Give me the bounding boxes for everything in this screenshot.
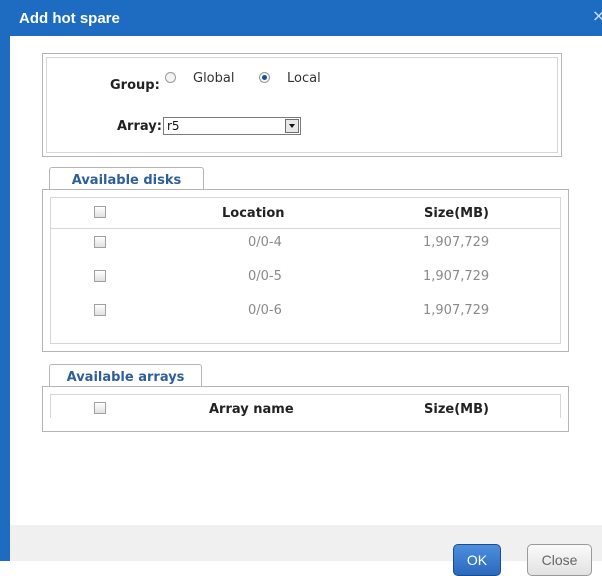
- radio-global[interactable]: [165, 72, 176, 83]
- ok-button[interactable]: OK: [453, 544, 501, 576]
- dialog-title: Add hot spare: [19, 10, 120, 27]
- disk-location: 0/0-6: [248, 303, 282, 318]
- arrays-col-name: Array name: [209, 402, 294, 417]
- disk-location: 0/0-5: [248, 269, 282, 284]
- close-button[interactable]: Close: [527, 544, 592, 576]
- array-label: Array:: [117, 119, 162, 134]
- disk-location: 0/0-4: [248, 235, 282, 250]
- disk-row-checkbox[interactable]: [94, 304, 106, 316]
- radio-global-label[interactable]: Global: [193, 71, 234, 86]
- tab-available-disks-label: Available disks: [71, 173, 182, 188]
- dialog-footer: [10, 525, 602, 561]
- disks-col-size: Size(MB): [424, 206, 489, 221]
- tab-available-arrays-label: Available arrays: [66, 370, 185, 385]
- available-arrays-panel: [42, 386, 569, 432]
- disk-size: 1,907,729: [423, 235, 490, 250]
- chevron-down-icon[interactable]: [285, 119, 299, 133]
- available-disks-panel: [42, 189, 569, 352]
- radio-local[interactable]: [259, 72, 270, 83]
- radio-local-label[interactable]: Local: [287, 71, 321, 86]
- disk-size: 1,907,729: [423, 269, 490, 284]
- select-all-disks-checkbox[interactable]: [94, 206, 106, 218]
- disks-col-location: Location: [222, 206, 285, 221]
- select-all-arrays-checkbox[interactable]: [94, 402, 106, 414]
- array-select-value: r5: [167, 119, 180, 133]
- close-icon[interactable]: ×: [592, 8, 602, 24]
- arrays-col-size: Size(MB): [424, 402, 489, 417]
- group-label: Group:: [110, 78, 160, 93]
- dialog-titlebar[interactable]: Add hot spare ×: [0, 0, 602, 36]
- disk-row-checkbox[interactable]: [94, 236, 106, 248]
- group-settings-box: [42, 53, 562, 157]
- disk-size: 1,907,729: [423, 303, 490, 318]
- disk-row-checkbox[interactable]: [94, 270, 106, 282]
- array-select[interactable]: r5: [163, 117, 301, 135]
